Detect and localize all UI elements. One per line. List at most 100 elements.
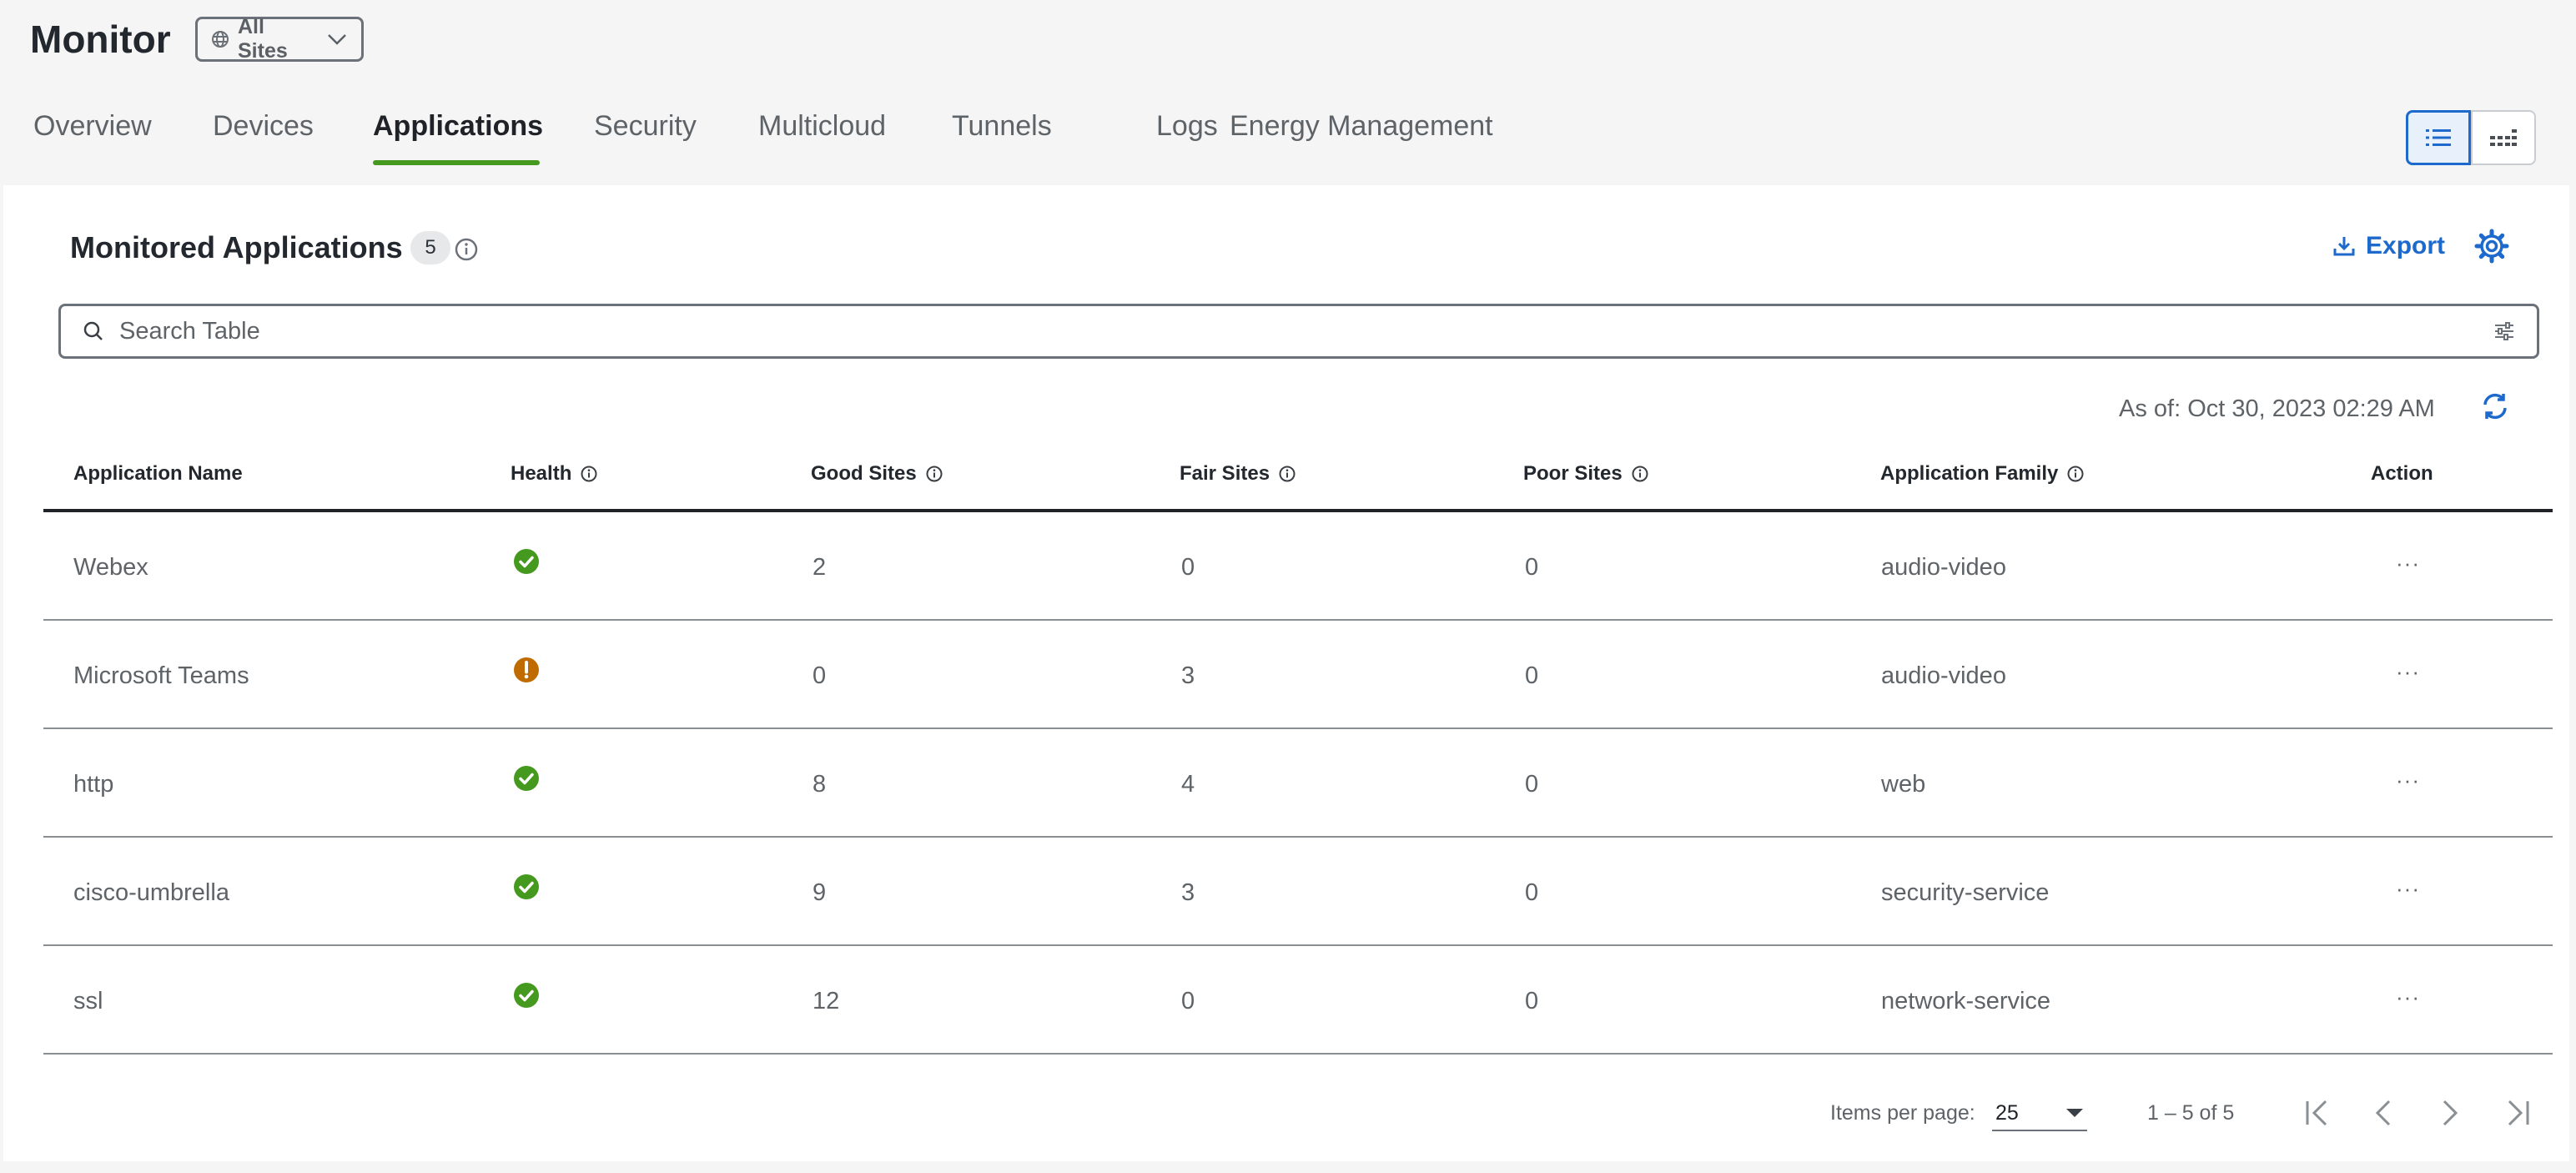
- column-header-good-sites[interactable]: Good Sites: [811, 462, 943, 486]
- tab-devices[interactable]: Devices: [213, 110, 314, 143]
- cell-application-name[interactable]: cisco-umbrella: [73, 879, 229, 907]
- column-header-label: Application Name: [73, 462, 243, 485]
- tab-overview[interactable]: Overview: [33, 110, 152, 143]
- column-header-label: Application Family: [1880, 462, 2059, 485]
- site-selector[interactable]: All Sites: [195, 15, 364, 63]
- as-of-timestamp: As of: Oct 30, 2023 02:29 AM: [2119, 395, 2435, 422]
- cell-application-family: network-service: [1881, 988, 2051, 1014]
- export-label: Export: [2366, 232, 2446, 259]
- pagination: Items per page: 25 1 – 5 of 5: [3, 1095, 2569, 1145]
- row-action-menu[interactable]: ···: [2396, 768, 2420, 793]
- first-page-icon[interactable]: [2302, 1096, 2334, 1130]
- check-circle-icon: [514, 874, 539, 899]
- cell-application-family: security-service: [1881, 879, 2050, 906]
- info-icon[interactable]: [1278, 465, 1296, 483]
- tab-applications[interactable]: Applications: [373, 110, 543, 143]
- cell-poor-sites: 0: [1525, 879, 1539, 906]
- info-icon[interactable]: [2066, 465, 2085, 483]
- column-header-health[interactable]: Health: [511, 462, 598, 486]
- row-action-menu[interactable]: ···: [2396, 551, 2420, 576]
- filter-sliders-icon[interactable]: [2493, 321, 2515, 341]
- globe-icon: [212, 31, 229, 48]
- refresh-icon: [2483, 393, 2507, 420]
- gear-icon: [2474, 229, 2509, 264]
- cell-good-sites: 12: [813, 988, 840, 1014]
- next-page-icon[interactable]: [2438, 1096, 2463, 1130]
- cell-good-sites: 8: [813, 771, 827, 798]
- page-range: 1 – 5 of 5: [2147, 1101, 2235, 1125]
- column-header-label: Good Sites: [811, 462, 917, 485]
- cell-fair-sites: 4: [1181, 771, 1195, 798]
- info-icon[interactable]: [454, 237, 479, 262]
- cell-application-name[interactable]: Microsoft Teams: [73, 662, 249, 690]
- export-button[interactable]: Export: [2332, 232, 2445, 260]
- column-header-fair-sites[interactable]: Fair Sites: [1180, 462, 1296, 486]
- table-row[interactable]: Microsoft Teams 0 3 0 audio-video ···: [43, 621, 2553, 729]
- download-icon: [2333, 237, 2355, 256]
- cell-good-sites: 2: [813, 554, 827, 581]
- tab-logs[interactable]: Logs: [1156, 110, 1218, 143]
- table-row[interactable]: ssl 12 0 0 network-service ···: [43, 946, 2553, 1055]
- cell-good-sites: 9: [813, 879, 827, 906]
- row-action-menu[interactable]: ···: [2396, 984, 2420, 1010]
- active-tab-indicator: [373, 160, 540, 165]
- dashboard-view-button[interactable]: [2471, 110, 2536, 165]
- monitored-applications-panel: Monitored Applications 5 Export Search T…: [3, 185, 2569, 1161]
- column-header-label: Health: [511, 462, 572, 485]
- items-per-page-value: 25: [1995, 1101, 2019, 1125]
- table-row[interactable]: cisco-umbrella 9 3 0 security-service ··…: [43, 838, 2553, 946]
- cell-poor-sites: 0: [1525, 771, 1539, 798]
- column-header-label: Fair Sites: [1180, 462, 1270, 485]
- column-header-action: Action: [2371, 462, 2433, 486]
- view-toggle: [2406, 110, 2536, 165]
- refresh-button[interactable]: [2479, 390, 2511, 426]
- table-row[interactable]: http 8 4 0 web ···: [43, 729, 2553, 838]
- check-circle-icon: [514, 549, 539, 574]
- column-header-poor-sites[interactable]: Poor Sites: [1523, 462, 1649, 486]
- cell-application-name[interactable]: ssl: [73, 988, 103, 1015]
- warning-circle-icon: [514, 657, 539, 682]
- search-icon: [83, 321, 103, 340]
- check-circle-icon: [514, 766, 539, 791]
- last-page-icon[interactable]: [2501, 1096, 2533, 1130]
- check-circle-icon: [514, 983, 539, 1008]
- cell-fair-sites: 0: [1181, 554, 1195, 581]
- column-header-label: Action: [2371, 462, 2433, 485]
- header: Monitor All Sites Overview Devices Appli…: [0, 0, 2576, 185]
- tab-security[interactable]: Security: [594, 110, 697, 143]
- tab-energy-management[interactable]: Energy Management: [1230, 110, 1493, 143]
- info-icon[interactable]: [925, 465, 943, 483]
- cell-poor-sites: 0: [1525, 554, 1539, 581]
- row-action-menu[interactable]: ···: [2396, 659, 2420, 685]
- list-view-button[interactable]: [2406, 110, 2471, 165]
- column-header-label: Poor Sites: [1523, 462, 1623, 485]
- caret-down-icon: [2066, 1109, 2083, 1117]
- column-header-application-family[interactable]: Application Family: [1880, 462, 2085, 486]
- tab-tunnels[interactable]: Tunnels: [952, 110, 1052, 143]
- settings-button[interactable]: [2474, 229, 2509, 268]
- cell-application-name[interactable]: http: [73, 771, 113, 798]
- cell-fair-sites: 3: [1181, 879, 1195, 906]
- items-per-page-label: Items per page:: [1830, 1101, 1975, 1125]
- search-input[interactable]: [104, 316, 2493, 346]
- chevron-down-icon: [328, 34, 346, 45]
- info-icon[interactable]: [1631, 465, 1649, 483]
- table-row[interactable]: Webex 2 0 0 audio-video ···: [43, 512, 2553, 621]
- search-box: [58, 304, 2539, 359]
- cell-fair-sites: 3: [1181, 662, 1195, 689]
- tab-multicloud[interactable]: Multicloud: [758, 110, 886, 143]
- cell-application-family: audio-video: [1881, 662, 2006, 689]
- cell-application-name[interactable]: Webex: [73, 554, 148, 581]
- column-header-application-name[interactable]: Application Name: [73, 462, 243, 486]
- count-badge: 5: [410, 231, 450, 264]
- items-per-page-select[interactable]: 25: [1992, 1096, 2087, 1131]
- cell-application-family: audio-video: [1881, 554, 2006, 581]
- row-action-menu[interactable]: ···: [2396, 876, 2420, 902]
- cell-good-sites: 0: [813, 662, 827, 689]
- panel-title: Monitored Applications: [70, 230, 403, 264]
- info-icon[interactable]: [580, 465, 598, 483]
- table-header: Application Name Health Good Sites Fair …: [43, 435, 2553, 512]
- cell-poor-sites: 0: [1525, 988, 1539, 1014]
- previous-page-icon[interactable]: [2371, 1096, 2396, 1130]
- site-selector-label: All Sites: [238, 15, 288, 63]
